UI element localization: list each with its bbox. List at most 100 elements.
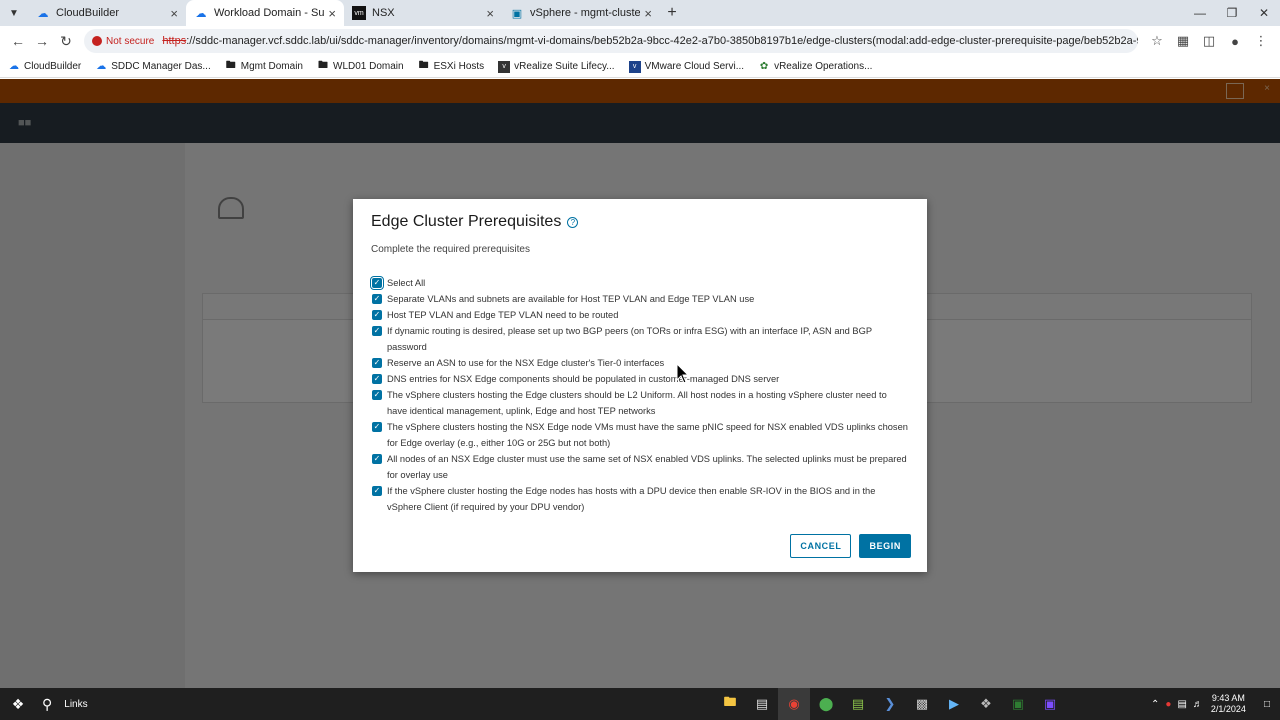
bookmark-cloudbuilder[interactable]: ☁ CloudBuilder bbox=[8, 61, 81, 73]
help-icon[interactable]: ? bbox=[567, 216, 579, 228]
vsphere-icon: ▣ bbox=[511, 7, 523, 20]
green-app-icon[interactable]: ⬤ bbox=[810, 688, 842, 720]
notepad-icon[interactable]: ▤ bbox=[842, 688, 874, 720]
excel-icon[interactable]: ▣ bbox=[1002, 688, 1034, 720]
clock-date: 2/1/2024 bbox=[1210, 704, 1246, 714]
close-icon[interactable]: × bbox=[486, 6, 494, 21]
prerequisite-label: Host TEP VLAN and Edge TEP VLAN need to … bbox=[387, 310, 619, 320]
bookmark-esxi-hosts[interactable]: 🖿 ESXi Hosts bbox=[418, 60, 485, 73]
extensions-icon[interactable]: ▦ bbox=[1170, 29, 1196, 53]
tab-vsphere[interactable]: ▣ vSphere - mgmt-cluster01 - Su × bbox=[502, 0, 660, 26]
back-arrow-icon[interactable]: ← bbox=[6, 29, 30, 53]
network-icon[interactable]: ▤ bbox=[1177, 699, 1186, 710]
bookmark-wld01-domain[interactable]: 🖿 WLD01 Domain bbox=[317, 60, 404, 73]
select-all-checkbox[interactable]: ✓ bbox=[370, 276, 384, 290]
folder-icon: 🖿 bbox=[318, 60, 328, 71]
reload-icon[interactable]: ↻ bbox=[54, 29, 78, 53]
bookmark-label: Mgmt Domain bbox=[240, 61, 303, 72]
git-app-icon[interactable]: ❖ bbox=[970, 688, 1002, 720]
prerequisite-item[interactable]: ✓ If dynamic routing is desired, please s… bbox=[371, 323, 909, 355]
powershell-icon[interactable]: ❯ bbox=[874, 688, 906, 720]
prerequisite-checkbox[interactable]: ✓ bbox=[372, 486, 382, 496]
prerequisite-label: Reserve an ASN to use for the NSX Edge c… bbox=[387, 358, 665, 368]
prerequisite-label: Separate VLANs and subnets are available… bbox=[387, 294, 755, 304]
menu-kebab-icon[interactable]: ⋮ bbox=[1248, 29, 1274, 53]
prerequisite-checkbox[interactable]: ✓ bbox=[372, 294, 382, 304]
minimize-icon[interactable]: — bbox=[1184, 0, 1216, 26]
prerequisite-checkbox[interactable]: ✓ bbox=[372, 422, 382, 432]
forward-arrow-icon[interactable]: → bbox=[30, 29, 54, 53]
security-icon[interactable]: ● bbox=[1165, 699, 1171, 710]
bookmark-sddc-manager[interactable]: ☁ SDDC Manager Das... bbox=[95, 61, 210, 73]
prerequisite-item[interactable]: ✓ If the vSphere cluster hosting the Edge… bbox=[371, 483, 909, 515]
bookmark-label: vRealize Suite Lifecy... bbox=[514, 61, 615, 72]
notification-icon[interactable]: □ bbox=[1264, 699, 1270, 710]
volume-icon[interactable]: ♬ bbox=[1193, 699, 1203, 710]
not-secure-indicator[interactable]: Not secure bbox=[92, 36, 154, 47]
tab-nsx[interactable]: vm NSX × bbox=[344, 0, 502, 26]
clock-time: 9:43 AM bbox=[1211, 693, 1245, 703]
prerequisite-label: If the vSphere cluster hosting the Edge … bbox=[387, 486, 876, 512]
prerequisite-checkbox[interactable]: ✓ bbox=[372, 310, 382, 320]
terminal-icon[interactable]: ▩ bbox=[906, 688, 938, 720]
prerequisite-item[interactable]: ✓ The vSphere clusters hosting the NSX Ed… bbox=[371, 419, 909, 451]
bookmark-vrealize-lifecycle[interactable]: v vRealize Suite Lifecy... bbox=[498, 60, 615, 73]
prerequisite-checkbox[interactable]: ✓ bbox=[372, 326, 382, 336]
prerequisite-item[interactable]: ✓ Separate VLANs and subnets are availabl… bbox=[371, 291, 909, 307]
mouse-cursor-icon bbox=[676, 363, 690, 384]
prerequisite-item[interactable]: ✓ The vSphere clusters hosting the Edge c… bbox=[371, 387, 909, 419]
side-panel-icon[interactable]: ◫ bbox=[1196, 29, 1222, 53]
bookmark-vmware-cloud-services[interactable]: v VMware Cloud Servi... bbox=[628, 60, 745, 73]
prerequisite-item[interactable]: ✓ All nodes of an NSX Edge cluster must u… bbox=[371, 451, 909, 483]
bookmark-star-icon[interactable]: ☆ bbox=[1144, 29, 1170, 53]
warning-icon bbox=[92, 36, 102, 46]
network-app-icon[interactable]: ▤ bbox=[746, 688, 778, 720]
taskbar-search[interactable]: ⚲ Links bbox=[36, 696, 88, 713]
close-icon[interactable]: × bbox=[170, 6, 178, 21]
url-scheme: https bbox=[162, 35, 187, 47]
cancel-button[interactable]: CANCEL bbox=[790, 534, 852, 558]
tab-title: NSX bbox=[372, 7, 395, 19]
file-explorer-icon[interactable]: 🖿 bbox=[714, 688, 746, 720]
prerequisite-checkbox[interactable]: ✓ bbox=[372, 454, 382, 464]
modal-description: Complete the required prerequisites bbox=[371, 244, 530, 255]
prerequisite-item[interactable]: ✓ Host TEP VLAN and Edge TEP VLAN need to… bbox=[371, 307, 909, 323]
tab-title: vSphere - mgmt-cluster01 - Su bbox=[530, 7, 641, 19]
select-all-row[interactable]: ✓ Select All bbox=[370, 275, 909, 291]
cloud-icon: ☁ bbox=[96, 61, 107, 72]
prerequisite-label: If dynamic routing is desired, please se… bbox=[387, 326, 872, 352]
bookmark-label: VMware Cloud Servi... bbox=[644, 61, 745, 72]
visual-studio-icon[interactable]: ▣ bbox=[1034, 688, 1066, 720]
restore-icon[interactable]: ❐ bbox=[1216, 0, 1248, 26]
windows-start-icon[interactable]: ❖ bbox=[0, 688, 36, 720]
chrome-icon[interactable]: ◉ bbox=[778, 688, 810, 720]
window-controls: — ❐ ✕ bbox=[1184, 0, 1280, 26]
chevron-up-icon[interactable]: ⌃ bbox=[1151, 699, 1159, 710]
screen: ▼ ☁ CloudBuilder × ☁ Workload Domain - S… bbox=[0, 0, 1280, 720]
prerequisite-item[interactable]: ✓ Reserve an ASN to use for the NSX Edge … bbox=[371, 355, 909, 371]
cloud-icon: ☁ bbox=[195, 7, 207, 20]
clock[interactable]: 9:43 AM 2/1/2024 bbox=[1211, 693, 1246, 715]
address-bar[interactable]: Not secure https ://sddc-manager.vcf.sdd… bbox=[84, 29, 1138, 53]
profile-icon[interactable]: ● bbox=[1222, 29, 1248, 53]
tab-workload-domain[interactable]: ☁ Workload Domain - Summary × bbox=[186, 0, 344, 26]
close-icon[interactable]: × bbox=[328, 6, 336, 21]
prerequisite-checkbox[interactable]: ✓ bbox=[372, 390, 382, 400]
cloud-icon: ☁ bbox=[9, 61, 19, 72]
not-secure-label: Not secure bbox=[106, 35, 155, 47]
bookmark-mgmt-domain[interactable]: 🖿 Mgmt Domain bbox=[225, 60, 303, 73]
close-window-icon[interactable]: ✕ bbox=[1248, 0, 1280, 26]
prerequisite-checkbox[interactable]: ✓ bbox=[372, 374, 382, 384]
close-icon[interactable]: × bbox=[644, 6, 652, 21]
tab-cloudbuilder[interactable]: ☁ CloudBuilder × bbox=[28, 0, 186, 26]
folder-icon: 🖿 bbox=[418, 60, 429, 71]
bookmark-vrealize-operations[interactable]: ✿ vRealize Operations... bbox=[758, 61, 873, 73]
new-tab-button[interactable]: + bbox=[660, 0, 684, 26]
url-text: ://sddc-manager.vcf.sddc.lab/ui/sddc-man… bbox=[186, 35, 1138, 47]
run-app-icon[interactable]: ▶ bbox=[938, 688, 970, 720]
prerequisite-item[interactable]: ✓ DNS entries for NSX Edge components sho… bbox=[371, 371, 909, 387]
prerequisite-checkbox[interactable]: ✓ bbox=[372, 358, 382, 368]
vmware-icon: v bbox=[498, 60, 511, 73]
tab-search-chevron-icon[interactable]: ▼ bbox=[0, 0, 28, 26]
begin-button[interactable]: BEGIN bbox=[859, 534, 911, 558]
